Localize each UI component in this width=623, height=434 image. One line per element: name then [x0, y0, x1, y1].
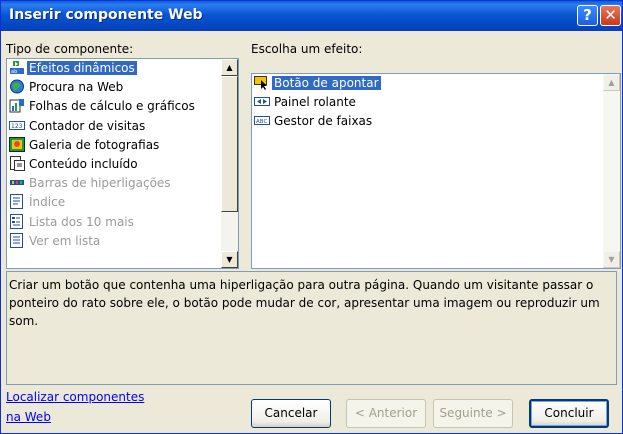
spreadsheet-chart-icon [9, 98, 25, 113]
hover-button-icon [254, 75, 270, 90]
banner-ad-manager-icon: ABC [254, 113, 270, 128]
find-components-link-line2[interactable]: na Web [6, 410, 51, 424]
finish-button[interactable]: Concluir [529, 399, 609, 428]
list-item[interactable]: Galeria de fotografias [9, 136, 161, 154]
cancel-button[interactable]: Cancelar [251, 399, 331, 428]
index-icon [9, 194, 25, 210]
list-item-label: Conteúdo incluído [29, 157, 138, 171]
effect-list-scrollbar-track[interactable] [603, 74, 620, 268]
scroll-up-icon: ▲ [608, 78, 615, 87]
marquee-icon [254, 94, 270, 109]
list-item[interactable]: Folhas de cálculo e gráficos [9, 98, 197, 115]
component-list-scroll-down-button[interactable]: ▼ [221, 251, 238, 268]
list-item[interactable]: ab Efeitos dinâmicos [9, 60, 137, 77]
list-item[interactable]: Ver em lista [9, 232, 102, 250]
list-item[interactable]: Conteúdo incluído [9, 156, 140, 173]
web-search-icon [9, 79, 25, 94]
component-list-scroll-up-button[interactable]: ▲ [221, 59, 238, 76]
list-item-label: Folhas de cálculo e gráficos [29, 99, 195, 114]
next-button-label: Seguinte > [439, 406, 507, 420]
close-icon: ✕ [604, 6, 617, 24]
effect-list-scroll-up-button[interactable]: ▲ [603, 74, 620, 91]
component-type-label: Tipo de componente: [6, 42, 133, 56]
find-components-link-line1[interactable]: Localizar componentes [6, 390, 144, 404]
help-button[interactable]: ? [577, 5, 598, 26]
list-item-label: Gestor de faixas [274, 114, 373, 129]
list-item-label: Barras de hiperligações [29, 176, 171, 191]
list-item[interactable]: Painel rolante [254, 94, 358, 111]
list-item[interactable]: Procura na Web [9, 79, 125, 96]
list-item[interactable]: 123 Contador de visitas [9, 118, 147, 135]
effect-list[interactable]: Botão de apontar Painel rolante ABC Gestor … [251, 73, 621, 269]
list-item[interactable]: Barras de hiperligações [9, 175, 173, 192]
description-box: Criar um botão que contenha uma hiperlig… [6, 271, 617, 385]
effect-list-scroll-down-button[interactable]: ▼ [603, 251, 620, 268]
list-item-label: Botão de apontar [272, 76, 381, 90]
svg-text:123: 123 [11, 123, 23, 130]
list-item[interactable]: Botão de apontar [254, 75, 381, 92]
component-type-label-text: Tipo de componente: [6, 42, 134, 56]
insert-web-component-dialog: Inserir componente Web ? ✕ Tipo de compo… [0, 0, 623, 434]
back-button-label: < Anterior [354, 406, 418, 420]
close-button[interactable]: ✕ [600, 5, 621, 26]
list-item-label: Índice [29, 195, 66, 210]
hit-counter-icon: 123 [9, 118, 25, 133]
title-bar[interactable]: Inserir componente Web ? ✕ [1, 1, 622, 31]
top-ten-list-icon [9, 213, 25, 229]
finish-button-label: Concluir [544, 406, 594, 420]
scroll-down-icon: ▼ [608, 255, 615, 264]
included-content-icon [9, 156, 25, 171]
list-view-icon [9, 232, 25, 248]
list-item-label: Procura na Web [29, 80, 124, 95]
svg-text:ABC: ABC [256, 119, 267, 125]
photo-gallery-icon [9, 136, 25, 152]
component-type-list[interactable]: ab Efeitos dinâmicos Procura na Web Folhas … [6, 58, 239, 269]
list-item[interactable]: Índice [9, 194, 67, 211]
cancel-button-label: Cancelar [264, 406, 318, 420]
svg-text:ab: ab [11, 69, 17, 75]
list-item-label: Contador de visitas [29, 118, 146, 133]
list-item-label: Ver em lista [29, 233, 101, 248]
link-bar-icon [9, 175, 25, 190]
choose-effect-label-text: Escolha um efeito: [251, 42, 363, 56]
dynamic-effects-icon: ab [9, 60, 25, 75]
list-item-label: Lista dos 10 mais [29, 214, 134, 229]
list-item-label: Painel rolante [274, 95, 356, 110]
description-text: Criar um botão que contenha uma hiperlig… [9, 278, 600, 328]
list-item-label: Efeitos dinâmicos [27, 61, 137, 75]
list-item[interactable]: ABC Gestor de faixas [254, 113, 374, 130]
help-icon: ? [583, 6, 592, 24]
next-button[interactable]: Seguinte > [433, 399, 513, 428]
back-button[interactable]: < Anterior [346, 399, 426, 428]
scroll-down-icon: ▼ [226, 255, 233, 264]
list-item-label: Galeria de fotografias [29, 137, 160, 152]
scroll-up-icon: ▲ [226, 63, 233, 72]
component-list-scroll-thumb[interactable] [221, 76, 238, 212]
window-title: Inserir componente Web [9, 7, 203, 23]
list-item[interactable]: Lista dos 10 mais [9, 213, 136, 231]
choose-effect-label: Escolha um efeito: [251, 42, 362, 56]
